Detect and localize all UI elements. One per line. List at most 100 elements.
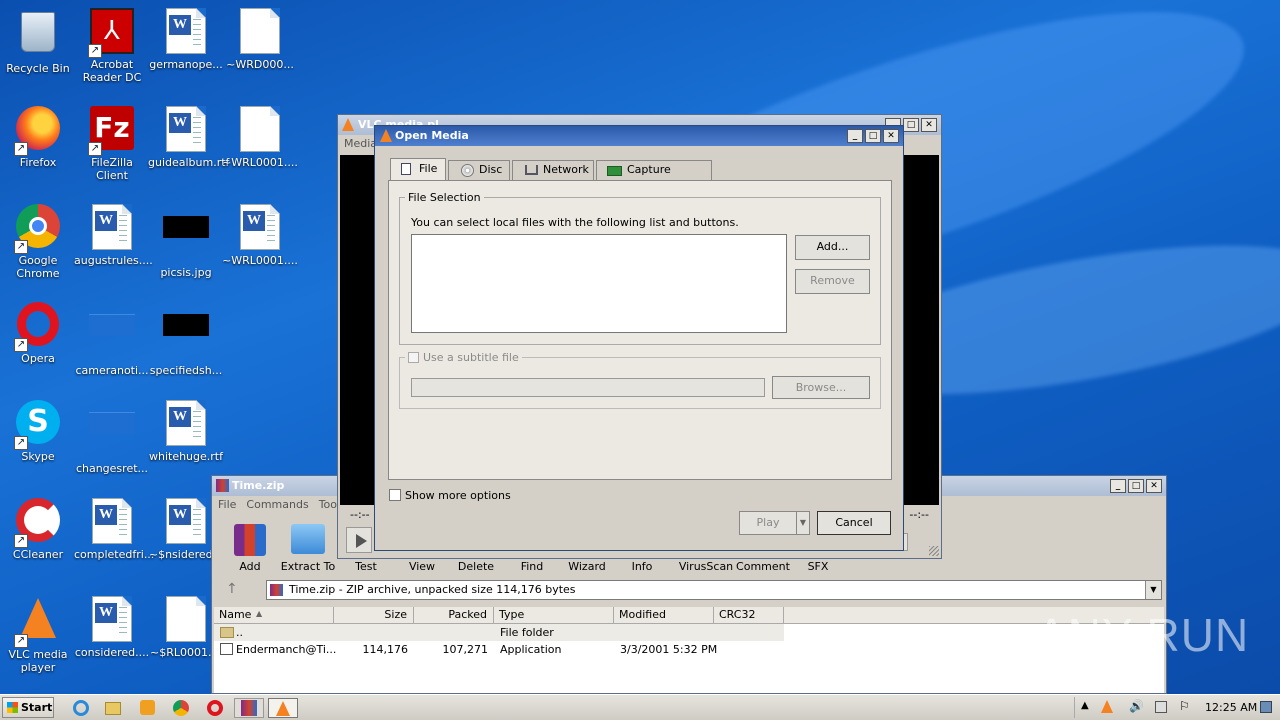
archive-icon (270, 584, 283, 596)
vlc-cone-icon (342, 118, 354, 131)
minimize-button[interactable]: _ (1110, 479, 1126, 493)
toolbar-view-button[interactable]: View (394, 560, 450, 573)
desktop-icon-blue-file[interactable]: cameranoti... (74, 302, 150, 377)
column-packed[interactable]: Packed (414, 607, 494, 623)
desktop-icon-filezilla[interactable]: Fz ↗ FileZilla Client (74, 106, 150, 182)
maximize-button[interactable]: □ (903, 118, 919, 132)
vlc-tray-icon[interactable] (1101, 700, 1113, 713)
toolbar-test-button[interactable]: Test (338, 560, 394, 573)
close-button[interactable]: ✕ (921, 118, 937, 132)
desktop-icon-blank-file[interactable]: ~WRL0001.... (222, 106, 298, 169)
toolbar-wizard-button[interactable]: Wizard (559, 560, 615, 573)
desktop-icon-word-doc[interactable]: W guidealbum.rtf (148, 106, 229, 169)
open-media-titlebar[interactable]: Open Media _ □ ✕ (375, 126, 903, 146)
desktop-icon-image-file[interactable]: picsis.jpg (148, 204, 224, 279)
tab-disc[interactable]: Disc (448, 160, 510, 180)
winrar-taskbar-icon[interactable] (234, 698, 264, 718)
tab-capture-device[interactable]: Capture Device (596, 160, 712, 194)
desktop-icon-vlc[interactable]: ↗ VLC media player (0, 596, 76, 674)
desktop-icon-label: ~WRD000... (226, 58, 294, 71)
file-list: Name ▲ Size Packed Type Modified CRC32 .… (214, 607, 1164, 693)
menu-media[interactable]: Media (344, 137, 377, 150)
desktop-icon-opera[interactable]: ↗ Opera (0, 302, 76, 365)
column-name[interactable]: Name (214, 607, 334, 623)
close-button[interactable]: ✕ (1146, 479, 1162, 493)
start-button[interactable]: Start (2, 697, 54, 718)
maximize-button[interactable]: □ (865, 129, 881, 143)
table-row[interactable]: Endermanch@Ti... 114,176 107,271 Applica… (214, 641, 784, 658)
clock[interactable]: 12:25 AM (1205, 701, 1257, 714)
menu-file[interactable]: File (218, 496, 236, 514)
desktop-icon-blank-file[interactable]: ~WRD000... (222, 8, 298, 71)
cancel-button[interactable]: Cancel (817, 511, 891, 535)
ccleaner-icon: ↗ (14, 498, 62, 548)
toolbar-virusscan-button[interactable]: VirusScan (678, 560, 734, 573)
show-more-options[interactable]: Show more options (389, 489, 511, 502)
desktop-icon-image-file[interactable]: specifiedsh... (148, 302, 224, 377)
volume-icon[interactable]: 🔊 (1129, 699, 1144, 713)
column-crc32[interactable]: CRC32 (714, 607, 784, 623)
desktop-icon-blue-file[interactable]: changesret... (74, 400, 150, 475)
play-button[interactable]: Play (739, 511, 797, 535)
subtitle-path-field[interactable] (411, 378, 765, 397)
toolbar-add-button[interactable]: Add (222, 524, 278, 573)
desktop-icon-recycle-bin[interactable]: Recycle Bin (0, 8, 76, 75)
resize-grip[interactable] (929, 546, 939, 556)
browse-button[interactable]: Browse... (772, 376, 870, 399)
toolbar-info-button[interactable]: Info (614, 560, 670, 573)
tab-network[interactable]: Network (512, 160, 594, 180)
chevron-down-icon[interactable]: ▼ (1145, 581, 1161, 599)
desktop-icon-word-doc[interactable]: W considered.... (74, 596, 150, 659)
column-modified[interactable]: Modified (614, 607, 714, 623)
ie-taskbar-icon[interactable] (70, 698, 92, 718)
chrome-taskbar-icon[interactable] (170, 698, 192, 718)
image-file-icon (162, 314, 210, 362)
add-file-button[interactable]: Add... (795, 235, 870, 260)
menu-commands[interactable]: Commands (246, 496, 308, 514)
shortcut-arrow-icon: ↗ (88, 44, 102, 58)
play-icon[interactable] (346, 527, 372, 553)
toolbar-find-button[interactable]: Find (504, 560, 560, 573)
tab-file[interactable]: File (390, 158, 446, 180)
desktop-icon-word-doc[interactable]: W whitehuge.rtf (148, 400, 224, 463)
file-list-box[interactable] (411, 234, 787, 333)
desktop-icon-word-doc[interactable]: W completedfri... (74, 498, 155, 561)
network-tray-icon[interactable] (1155, 701, 1167, 713)
up-arrow-icon[interactable]: ↑ (226, 581, 238, 597)
vlc-taskbar-icon[interactable] (268, 698, 298, 718)
desktop-icon-ccleaner[interactable]: ↗ CCleaner (0, 498, 76, 561)
media-player-taskbar-icon[interactable] (136, 698, 158, 718)
flag-icon[interactable]: ⚐ (1179, 699, 1190, 713)
disc-icon (461, 164, 474, 177)
show-desktop-button[interactable] (1260, 701, 1272, 713)
desktop-icon-label: germanope... (149, 58, 223, 71)
show-more-checkbox[interactable] (389, 489, 401, 501)
opera-taskbar-icon[interactable] (204, 698, 226, 718)
remove-file-button[interactable]: Remove (795, 269, 870, 294)
toolbar-sfx-button[interactable]: SFX (790, 560, 846, 573)
desktop-icon-word-doc[interactable]: W augustrules.... (74, 204, 153, 267)
desktop-icon-firefox[interactable]: ↗ Firefox (0, 106, 76, 169)
toolbar-delete-button[interactable]: Delete (448, 560, 504, 573)
desktop-icon-skype[interactable]: S ↗ Skype (0, 400, 76, 463)
desktop-icon-word-doc[interactable]: W germanope... (148, 8, 224, 71)
chevron-up-icon[interactable]: ▲ (1081, 700, 1089, 711)
play-dropdown-button[interactable]: ▼ (796, 511, 810, 535)
table-row[interactable]: .. File folder (214, 624, 784, 641)
close-button[interactable]: ✕ (883, 129, 899, 143)
maximize-button[interactable]: □ (1128, 479, 1144, 493)
desktop-icon-label: completedfri... (74, 548, 155, 561)
minimize-button[interactable]: _ (847, 129, 863, 143)
toolbar-extract-button[interactable]: Extract To (280, 524, 336, 573)
path-field[interactable]: Time.zip - ZIP archive, unpacked size 11… (266, 580, 1162, 600)
desktop-icon-google-chrome[interactable]: ↗ Google Chrome (0, 204, 76, 280)
column-size[interactable]: Size (334, 607, 414, 623)
subtitle-checkbox[interactable] (408, 352, 419, 363)
toolbar-comment-button[interactable]: Comment (735, 560, 791, 573)
explorer-taskbar-icon[interactable] (102, 698, 124, 718)
desktop-icon-acrobat[interactable]: ⅄ ↗ Acrobat Reader DC (74, 8, 150, 84)
cell-name: .. (236, 626, 243, 639)
column-type[interactable]: Type (494, 607, 614, 623)
desktop-icon-word-doc[interactable]: W ~WRL0001.... (222, 204, 298, 267)
folder-up-icon (220, 627, 234, 638)
